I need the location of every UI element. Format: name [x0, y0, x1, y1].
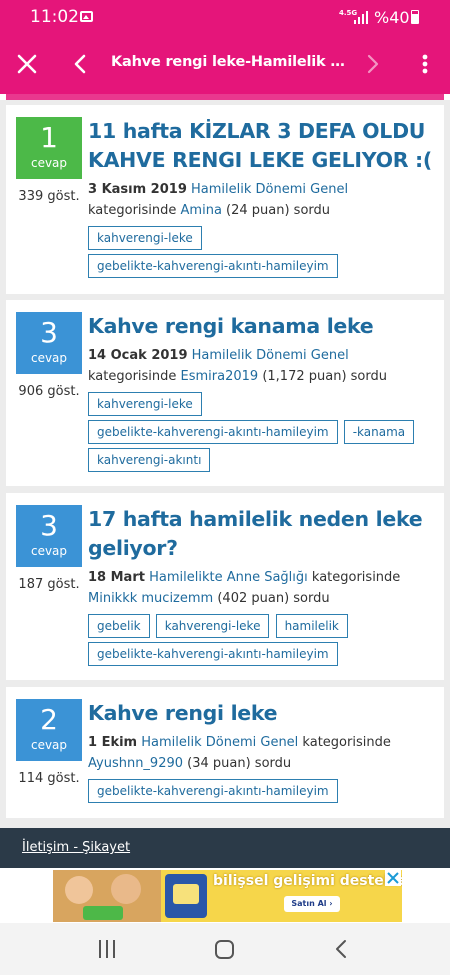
category-link[interactable]: Hamilelik Dönemi Genel — [141, 735, 298, 750]
tag-list: kahverengi-leke gebelikte-kahverengi-akı… — [88, 226, 434, 282]
signal-icon — [354, 11, 368, 24]
category-suffix: kategorisinde — [88, 369, 181, 384]
ad-photo — [53, 870, 161, 922]
category-link[interactable]: Hamilelikte Anne Sağlığı — [149, 570, 308, 585]
tag-list: gebelik kahverengi-leke hamilelik gebeli… — [88, 614, 434, 670]
question-meta: 18 Mart Hamilelikte Anne Sağlığı kategor… — [88, 567, 434, 609]
answer-count-label: cevap — [30, 156, 68, 170]
user-link[interactable]: Esmira2019 — [181, 369, 259, 384]
answer-count-badge[interactable]: 1 cevap — [16, 117, 82, 179]
question-title[interactable]: Kahve rengi kanama leke — [88, 312, 434, 341]
view-count: 339 göst. — [18, 189, 80, 204]
view-count: 114 göst. — [18, 771, 80, 786]
image-notification-icon — [80, 11, 93, 22]
ad-buy-button[interactable]: Satın Al › — [284, 896, 340, 912]
answer-count: 3 — [40, 509, 58, 542]
question-card: 3 cevap 187 göst. 17 hafta hamilelik ned… — [6, 493, 444, 680]
question-title[interactable]: Kahve rengi leke — [88, 699, 434, 728]
question-meta: 1 Ekim Hamilelik Dönemi Genel kategorisi… — [88, 732, 434, 774]
tag-list: gebelikte-kahverengi-akıntı-hamileyim — [88, 779, 434, 807]
contact-complaint-link[interactable]: İletişim - Şikayet — [22, 840, 130, 855]
question-card: 3 cevap 906 göst. Kahve rengi kanama lek… — [6, 300, 444, 486]
tag[interactable]: kahverengi-leke — [88, 392, 202, 416]
question-date: 14 Ocak 2019 — [88, 348, 188, 363]
question-date: 18 Mart — [88, 570, 145, 585]
tag[interactable]: gebelik — [88, 614, 150, 638]
points-text: (34 puan) sordu — [183, 756, 292, 771]
points-text: (1,172 puan) sordu — [258, 369, 387, 384]
tag[interactable]: -kanama — [343, 420, 415, 444]
points-text: (402 puan) sordu — [213, 591, 330, 606]
question-date: 1 Ekim — [88, 735, 138, 750]
page-title: Kahve rengi leke-Hamilelik Dönem... — [111, 54, 346, 70]
question-list: 1 cevap 339 göst. 11 hafta KİZLAR 3 DEFA… — [0, 100, 450, 828]
question-card: 2 cevap 114 göst. Kahve rengi leke 1 Eki… — [6, 687, 444, 818]
tag[interactable]: hamilelik — [275, 614, 348, 638]
answer-count-label: cevap — [30, 738, 68, 752]
status-time: 11:02 — [30, 7, 79, 27]
user-link[interactable]: Amina — [181, 203, 222, 218]
question-title[interactable]: 17 hafta hamilelik neden leke geliyor? — [88, 505, 434, 563]
question-body: Kahve rengi kanama leke 14 Ocak 2019 Ham… — [88, 312, 434, 476]
question-card: 1 cevap 339 göst. 11 hafta KİZLAR 3 DEFA… — [6, 105, 444, 294]
back-chevron-icon[interactable] — [70, 51, 90, 77]
answer-count-label: cevap — [30, 544, 68, 558]
forward-chevron-icon[interactable] — [363, 51, 383, 77]
tag[interactable]: gebelikte-kahverengi-akıntı-hamileyim — [88, 254, 338, 278]
view-count: 187 göst. — [18, 577, 80, 592]
system-nav-bar — [0, 923, 450, 975]
user-link[interactable]: Ayushnn_9290 — [88, 756, 183, 771]
answer-count-badge[interactable]: 3 cevap — [16, 312, 82, 374]
answer-count-label: cevap — [30, 351, 68, 365]
close-icon[interactable] — [14, 51, 40, 77]
tag-list: kahverengi-leke gebelikte-kahverengi-akı… — [88, 392, 434, 476]
category-suffix: kategorisinde — [88, 203, 181, 218]
tag[interactable]: kahverengi-leke — [155, 614, 270, 638]
tag[interactable]: gebelikte-kahverengi-akıntı-hamileyim — [88, 642, 338, 666]
footer-bar: İletişim - Şikayet — [0, 828, 450, 868]
home-icon[interactable] — [215, 940, 234, 959]
question-meta: 14 Ocak 2019 Hamilelik Dönemi Genel kate… — [88, 345, 434, 387]
question-body: Kahve rengi leke 1 Ekim Hamilelik Dönemi… — [88, 699, 434, 807]
app-bar: Kahve rengi leke-Hamilelik Dönem... — [0, 34, 450, 94]
ad-headline: bilişsel gelişimi destekler — [213, 873, 402, 889]
ad-area: bilişsel gelişimi destekler Satın Al › — [0, 868, 450, 923]
question-body: 17 hafta hamilelik neden leke geliyor? 1… — [88, 505, 434, 670]
battery-percent: %40 — [374, 8, 410, 27]
answer-count-badge[interactable]: 2 cevap — [16, 699, 82, 761]
answer-count: 2 — [40, 703, 58, 736]
user-link[interactable]: Minikkk mucizemm — [88, 591, 213, 606]
tag[interactable]: kahverengi-akıntı — [88, 448, 211, 472]
tag[interactable]: gebelikte-kahverengi-akıntı-hamileyim — [88, 779, 338, 803]
ad-close-icon[interactable] — [385, 870, 401, 886]
points-text: (24 puan) sordu — [221, 203, 331, 218]
recent-apps-icon[interactable] — [99, 940, 117, 958]
answer-count: 1 — [40, 121, 58, 154]
battery-icon — [411, 10, 419, 24]
category-suffix: kategorisinde — [298, 735, 391, 750]
category-suffix: kategorisinde — [307, 570, 401, 585]
question-body: 11 hafta KİZLAR 3 DEFA OLDU KAHVE RENGI … — [88, 117, 434, 282]
tag[interactable]: gebelikte-kahverengi-akıntı-hamileyim — [88, 420, 338, 444]
category-link[interactable]: Hamilelik Dönemi Genel — [192, 348, 349, 363]
answer-count-badge[interactable]: 3 cevap — [16, 505, 82, 567]
question-date: 3 Kasım 2019 — [88, 182, 187, 197]
question-title[interactable]: 11 hafta KİZLAR 3 DEFA OLDU KAHVE RENGI … — [88, 117, 434, 175]
more-vert-icon[interactable] — [414, 51, 436, 77]
view-count: 906 göst. — [18, 384, 80, 399]
status-bar: 11:02 4.5G %40 — [0, 0, 450, 34]
tag[interactable]: kahverengi-leke — [88, 226, 202, 250]
question-meta: 3 Kasım 2019 Hamilelik Dönemi Genel kate… — [88, 179, 434, 221]
system-back-icon[interactable] — [334, 939, 350, 959]
category-link[interactable]: Hamilelik Dönemi Genel — [191, 182, 348, 197]
ad-banner[interactable]: bilişsel gelişimi destekler Satın Al › — [53, 870, 402, 922]
answer-count: 3 — [40, 316, 58, 349]
ad-product-image — [165, 874, 207, 918]
